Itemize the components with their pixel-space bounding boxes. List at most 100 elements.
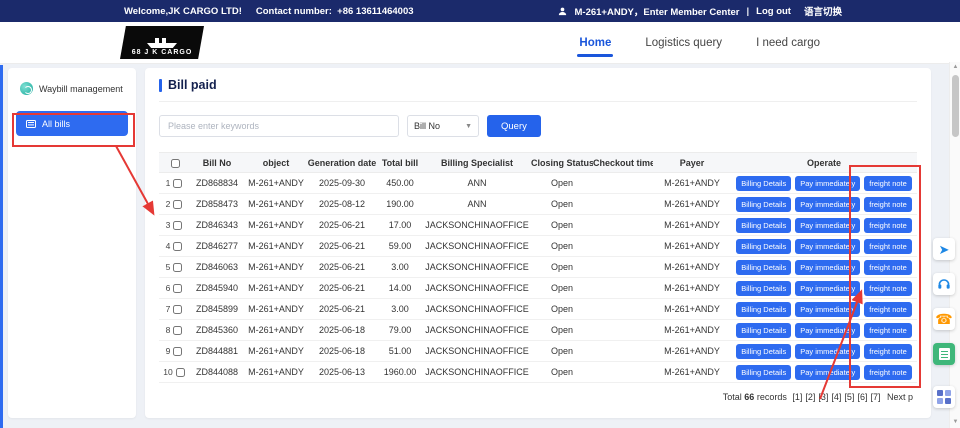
billing-details-button[interactable]: Billing Details (736, 260, 791, 275)
pay-immediately-button[interactable]: Pay immediately (795, 281, 860, 296)
billing-details-button[interactable]: Billing Details (736, 323, 791, 338)
cell-total-bill: 3.00 (377, 299, 423, 320)
sidebar-item-waybill-management[interactable]: Waybill management (8, 68, 136, 105)
customer-service-icon[interactable] (933, 273, 955, 295)
cell-generation-date: 2025-06-21 (307, 299, 377, 320)
freight-note-button[interactable]: freight note (864, 344, 912, 359)
freight-note-button[interactable]: freight note (864, 323, 912, 338)
cell-closing-status: Open (531, 278, 593, 299)
all-bills-icon (26, 120, 36, 128)
freight-note-button[interactable]: freight note (864, 302, 912, 317)
page-link[interactable]: [4] (831, 392, 841, 402)
pay-immediately-button[interactable]: Pay immediately (795, 239, 860, 254)
cell-generation-date: 2025-06-21 (307, 215, 377, 236)
table-header-row: Bill NoobjectGeneration dateTotal billBi… (159, 153, 917, 173)
apps-grid-icon[interactable] (933, 386, 955, 408)
cell-bill-no: ZD845360 (189, 320, 245, 341)
scroll-up-arrow[interactable]: ▲ (950, 62, 960, 73)
left-accent-strip (0, 65, 3, 428)
scroll-down-arrow[interactable]: ▼ (950, 417, 960, 428)
bills-table: Bill NoobjectGeneration dateTotal billBi… (159, 152, 917, 383)
billing-details-button[interactable]: Billing Details (736, 218, 791, 233)
pay-immediately-button[interactable]: Pay immediately (795, 218, 860, 233)
column-header: Checkout time (593, 153, 653, 173)
cell-generation-date: 2025-06-18 (307, 341, 377, 362)
chevron-down-icon: ▼ (465, 123, 472, 130)
search-toolbar: Bill No ▼ Query (159, 115, 917, 137)
billing-details-button[interactable]: Billing Details (736, 176, 791, 191)
bill-no-select[interactable]: Bill No ▼ (407, 115, 479, 137)
cell-total-bill: 3.00 (377, 257, 423, 278)
cell-checkout-time (593, 173, 653, 194)
pay-immediately-button[interactable]: Pay immediately (795, 323, 860, 338)
language-switch-link[interactable]: 语言切换 (804, 4, 842, 18)
cell-billing-specialist: JACKSONCHINAOFFICE (423, 215, 531, 236)
pay-immediately-button[interactable]: Pay immediately (795, 197, 860, 212)
row-checkbox[interactable] (173, 347, 182, 356)
nav-logistics-query[interactable]: Logistics query (643, 25, 724, 61)
freight-note-button[interactable]: freight note (864, 218, 912, 233)
cell-generation-date: 2025-09-30 (307, 173, 377, 194)
nav-i-need-cargo[interactable]: I need cargo (754, 25, 822, 61)
freight-note-button[interactable]: freight note (864, 176, 912, 191)
select-all-checkbox[interactable] (171, 159, 180, 168)
next-page-link[interactable]: Next p (887, 392, 913, 402)
billing-details-button[interactable]: Billing Details (736, 239, 791, 254)
row-index: 9 (159, 341, 189, 362)
logout-link[interactable]: Log out (756, 6, 791, 17)
billing-details-button[interactable]: Billing Details (736, 281, 791, 296)
notes-icon[interactable] (933, 343, 955, 365)
query-button[interactable]: Query (487, 115, 541, 137)
freight-note-button[interactable]: freight note (864, 365, 912, 380)
collapse-arrow-icon[interactable]: ➤ (933, 238, 955, 260)
pay-immediately-button[interactable]: Pay immediately (795, 365, 860, 380)
column-header: Billing Specialist (423, 153, 531, 173)
page-link[interactable]: [6] (857, 392, 867, 402)
cell-payer: M-261+ANDY (653, 299, 731, 320)
member-center-link[interactable]: M-261+ANDY，Enter Member Center (575, 4, 740, 18)
page-link[interactable]: [7] (870, 392, 880, 402)
page-link[interactable]: [1] (792, 392, 802, 402)
billing-details-button[interactable]: Billing Details (736, 302, 791, 317)
row-checkbox[interactable] (173, 242, 182, 251)
pay-immediately-button[interactable]: Pay immediately (795, 302, 860, 317)
freight-note-button[interactable]: freight note (864, 281, 912, 296)
row-index: 4 (159, 236, 189, 257)
page-link[interactable]: [3] (818, 392, 828, 402)
freight-note-button[interactable]: freight note (864, 239, 912, 254)
freight-note-button[interactable]: freight note (864, 260, 912, 275)
pay-immediately-button[interactable]: Pay immediately (795, 176, 860, 191)
sidebar-item-all-bills[interactable]: All bills (16, 111, 128, 136)
nav-home[interactable]: Home (577, 25, 613, 61)
row-checkbox[interactable] (173, 284, 182, 293)
pay-immediately-button[interactable]: Pay immediately (795, 260, 860, 275)
row-checkbox[interactable] (173, 221, 182, 230)
billing-details-button[interactable]: Billing Details (736, 197, 791, 212)
cell-object: M-261+ANDY (245, 236, 307, 257)
site-header: 68 J K CARGO Home Logistics query I need… (0, 22, 960, 64)
row-checkbox[interactable] (173, 263, 182, 272)
contact-text: Contact number: +86 13611464003 (256, 6, 414, 17)
cell-checkout-time (593, 299, 653, 320)
cell-object: M-261+ANDY (245, 341, 307, 362)
freight-note-button[interactable]: freight note (864, 197, 912, 212)
billing-details-button[interactable]: Billing Details (736, 344, 791, 359)
page-link[interactable]: [5] (844, 392, 854, 402)
page-link[interactable]: [2] (805, 392, 815, 402)
pagination-pages: [1][2][3][4][5][6][7] (789, 392, 880, 402)
column-header: Closing Status (531, 153, 593, 173)
page-title-text: Bill paid (168, 78, 217, 92)
row-checkbox[interactable] (173, 200, 182, 209)
keywords-input[interactable] (159, 115, 399, 137)
row-checkbox[interactable] (173, 179, 182, 188)
pay-immediately-button[interactable]: Pay immediately (795, 344, 860, 359)
phone-icon[interactable]: ☎ (933, 308, 955, 330)
scrollbar-thumb[interactable] (952, 75, 959, 137)
cell-billing-specialist: JACKSONCHINAOFFICE (423, 236, 531, 257)
row-checkbox[interactable] (173, 305, 182, 314)
row-checkbox[interactable] (176, 368, 185, 377)
cell-checkout-time (593, 341, 653, 362)
billing-details-button[interactable]: Billing Details (736, 365, 791, 380)
row-checkbox[interactable] (173, 326, 182, 335)
table-row: 4ZD846277M-261+ANDY2025-06-2159.00JACKSO… (159, 236, 917, 257)
